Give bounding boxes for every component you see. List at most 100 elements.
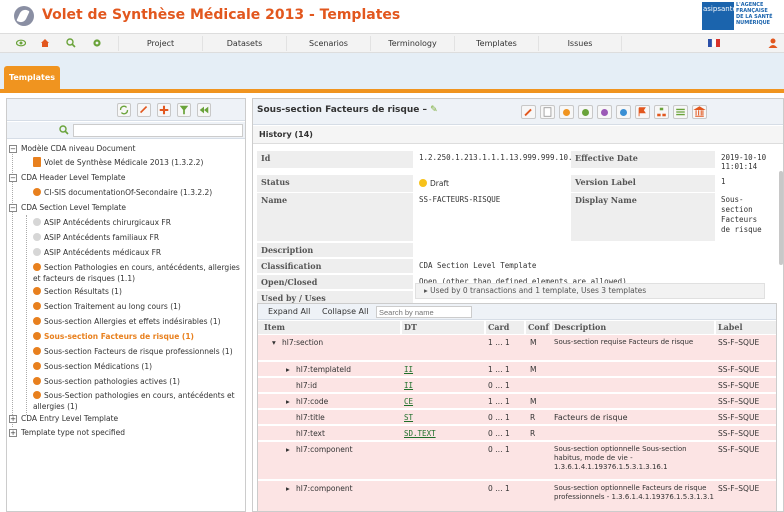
tree-item-sous-section-facteurs-selected[interactable]: Sous-section Facteurs de risque (1): [33, 331, 194, 343]
orange-dot-icon: [563, 109, 570, 116]
expand-toggle-icon[interactable]: ▸: [286, 484, 290, 493]
collapse-icon[interactable]: −: [9, 145, 17, 153]
archive-button[interactable]: [692, 105, 707, 119]
menu-scenarios[interactable]: Scenarios: [286, 36, 370, 51]
status-blue-button[interactable]: [616, 105, 631, 119]
eye-icon[interactable]: [16, 38, 26, 48]
blue-dot-icon: [620, 109, 627, 116]
used-by-summary[interactable]: ▸ Used by 0 transactions and 1 template,…: [415, 283, 765, 299]
datatype-link[interactable]: CE: [404, 397, 413, 406]
expand-toggle-icon[interactable]: ▸: [286, 397, 290, 406]
link-button[interactable]: [137, 103, 151, 117]
tree-item-section-pathologies[interactable]: Section Pathologies en cours, antécédent…: [33, 262, 243, 284]
tree-item-sous-section-pathologies-actives[interactable]: Sous-section pathologies actives (1): [33, 376, 180, 388]
table-row[interactable]: ▸ hl7:templateId II 1 … 1 M SS-F–SQUE: [258, 362, 776, 377]
menu-datasets[interactable]: Datasets: [202, 36, 286, 51]
refresh-button[interactable]: [117, 103, 131, 117]
collapse-all-button[interactable]: Collapse All: [322, 306, 368, 318]
table-row[interactable]: hl7:text SD.TEXT 0 … 1 R SS-F–SQUE: [258, 426, 776, 441]
tree-item-asip-fam[interactable]: ASIP Antécédents familiaux FR: [33, 232, 159, 244]
expand-toggle-icon[interactable]: ▸: [286, 365, 290, 374]
collapse-icon[interactable]: −: [9, 174, 17, 182]
template-detail-panel: Sous-section Facteurs de risque – ✎ Hist…: [252, 98, 784, 512]
status-orange-button[interactable]: [559, 105, 574, 119]
menu-terminology[interactable]: Terminology: [370, 36, 454, 51]
tree-item-section-traitement[interactable]: Section Traitement au long cours (1): [33, 301, 181, 313]
template-icon: [33, 263, 41, 271]
tree-node-header[interactable]: − CDA Header Level Template: [9, 172, 126, 184]
table-row[interactable]: hl7:id II 0 … 1 SS-F–SQUE: [258, 378, 776, 393]
list-button[interactable]: [673, 105, 688, 119]
menu-templates[interactable]: Templates: [454, 36, 538, 51]
template-icon: [33, 362, 41, 370]
tree-search: [7, 122, 245, 139]
expand-toggle-icon[interactable]: ▾: [272, 338, 276, 347]
table-row[interactable]: ▸ hl7:component 0 … 1 Sous-section optio…: [258, 481, 776, 511]
app-logo-icon: [14, 6, 34, 26]
user-icon[interactable]: [768, 38, 778, 48]
tree-item-sous-section-medications[interactable]: Sous-section Médications (1): [33, 361, 152, 373]
detail-header: Sous-section Facteurs de risque – ✎: [253, 99, 783, 125]
tree-node-unspecified[interactable]: + Template type not specified: [9, 427, 125, 439]
hierarchy-button[interactable]: [654, 105, 669, 119]
table-search-input[interactable]: [376, 306, 472, 318]
collapse-panel-button[interactable]: [197, 103, 211, 117]
gear-icon[interactable]: [92, 38, 102, 48]
paperclip-icon[interactable]: ✎: [430, 105, 438, 115]
agency-logo: asipsanté L'AGENCE FRANÇAISE DE LA SANTÉ…: [684, 2, 784, 30]
rewind-icon: [199, 106, 209, 114]
tree-node-section[interactable]: − CDA Section Level Template: [9, 202, 126, 214]
tree-item-volet-synthese[interactable]: Volet de Synthèse Médicale 2013 (1.3.2.2…: [33, 157, 203, 169]
detail-title: Sous-section Facteurs de risque – ✎: [257, 105, 438, 115]
table-row[interactable]: ▸ hl7:component 0 … 1 Sous-section optio…: [258, 442, 776, 480]
tree-item-sous-section-pathologies-encours[interactable]: Sous-Section pathologies en cours, antéc…: [33, 390, 243, 412]
tree-item-asip-chir[interactable]: ASIP Antécédents chirurgicaux FR: [33, 217, 171, 229]
expand-all-button[interactable]: Expand All: [268, 306, 310, 318]
template-icon: [33, 233, 41, 241]
flag-icon: [638, 107, 646, 117]
datatype-link[interactable]: II: [404, 381, 413, 390]
table-row[interactable]: ▾ hl7:section 1 … 1 M Sous-section requi…: [258, 335, 776, 361]
collapse-icon[interactable]: −: [9, 204, 17, 212]
template-design-table: Expand All Collapse All Item DT Card Con…: [257, 303, 777, 511]
edit-button[interactable]: [521, 105, 536, 119]
document-button[interactable]: [540, 105, 555, 119]
menu-project[interactable]: Project: [118, 36, 202, 51]
status-purple-button[interactable]: [597, 105, 612, 119]
tree-search-input[interactable]: [73, 124, 243, 137]
tab-strip: [0, 53, 784, 93]
menu-issues[interactable]: Issues: [538, 36, 622, 51]
template-icon: [33, 377, 41, 385]
tree-item-asip-med[interactable]: ASIP Antécédents médicaux FR: [33, 247, 161, 259]
datatype-link[interactable]: SD.TEXT: [404, 429, 436, 438]
table-row[interactable]: hl7:title ST 0 … 1 R Facteurs de risque …: [258, 410, 776, 425]
expand-icon[interactable]: +: [9, 429, 17, 437]
tree-item-section-resultats[interactable]: Section Résultats (1): [33, 286, 122, 298]
status-green-button[interactable]: [578, 105, 593, 119]
detail-scrollbar[interactable]: [779, 171, 783, 265]
expand-toggle-icon[interactable]: ▸: [286, 445, 290, 454]
search-icon[interactable]: [66, 38, 76, 48]
datatype-link[interactable]: II: [404, 365, 413, 374]
agency-text: L'AGENCE FRANÇAISE DE LA SANTÉ NUMÉRIQUE: [736, 2, 773, 26]
tree-item-sous-section-allergies[interactable]: Sous-section Allergies et effets indésir…: [33, 316, 221, 328]
flag-button[interactable]: [635, 105, 650, 119]
tree-item-sous-section-facteurs-pro[interactable]: Sous-section Facteurs de risque professi…: [33, 346, 233, 358]
template-icon: [33, 248, 41, 256]
expand-icon[interactable]: +: [9, 415, 17, 423]
purple-dot-icon: [601, 109, 608, 116]
search-icon: [59, 125, 69, 135]
tree-item-ci-sis[interactable]: CI-SIS documentationOf-Secondaire (1.3.2…: [33, 187, 212, 199]
tree-node-document[interactable]: − Modèle CDA niveau Document: [9, 143, 135, 155]
tree-node-entry[interactable]: + CDA Entry Level Template: [9, 413, 118, 425]
tab-templates[interactable]: Templates: [4, 66, 60, 90]
home-icon[interactable]: [40, 38, 50, 48]
table-row[interactable]: ▸ hl7:code CE 1 … 1 M SS-F–SQUE: [258, 394, 776, 409]
add-template-button[interactable]: [157, 103, 171, 117]
history-tab[interactable]: History (14): [253, 126, 783, 144]
datatype-link[interactable]: ST: [404, 413, 413, 422]
filter-button[interactable]: [177, 103, 191, 117]
template-icon: [33, 302, 41, 310]
flag-fr-icon[interactable]: [708, 38, 720, 48]
filter-icon: [179, 105, 189, 115]
